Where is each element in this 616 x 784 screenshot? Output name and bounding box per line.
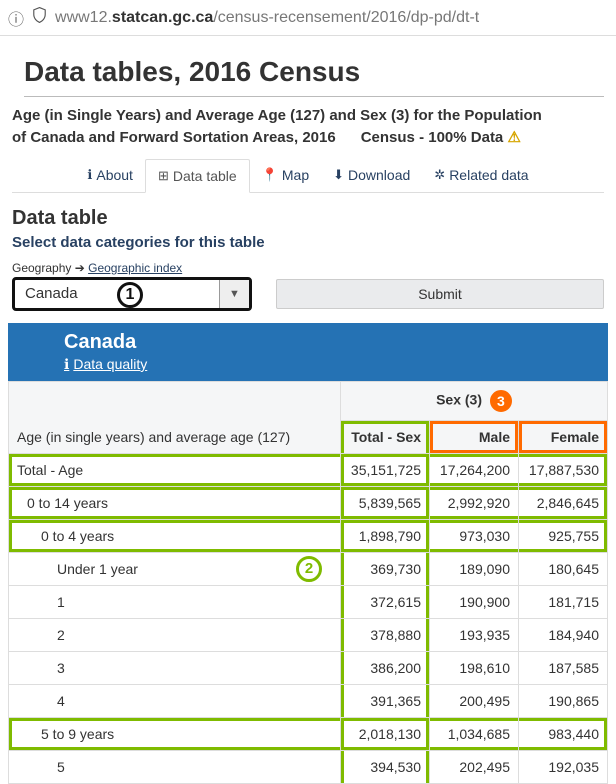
cell-male: 189,090 — [430, 552, 519, 585]
cell-female: 983,440 — [519, 717, 608, 750]
row-label: 4 — [9, 684, 341, 717]
cell-male: 193,935 — [430, 618, 519, 651]
table-row: 4391,365200,495190,865 — [9, 684, 608, 717]
table-row: 5 to 9 years2,018,1301,034,685983,440 — [9, 717, 608, 750]
table-row: 2378,880193,935184,940 — [9, 618, 608, 651]
table-row: Total - Age35,151,72517,264,20017,887,53… — [9, 453, 608, 486]
table-row: 1372,615190,900181,715 — [9, 585, 608, 618]
table-subtitle: Age (in Single Years) and Average Age (1… — [12, 105, 604, 149]
row-label: 5 to 9 years — [9, 717, 341, 750]
info-icon[interactable]: ⓘ — [8, 6, 24, 30]
cell-total: 5,839,565 — [341, 486, 430, 519]
cell-male: 2,992,920 — [430, 486, 519, 519]
download-icon: ⬇ — [333, 167, 344, 183]
tab-related[interactable]: ✲Related data — [422, 159, 540, 191]
tab-download[interactable]: ⬇Download — [321, 159, 422, 191]
table-row: Under 1 year2369,730189,090180,645 — [9, 552, 608, 585]
cell-male: 198,610 — [430, 651, 519, 684]
geographic-index-link[interactable]: Geographic index — [88, 261, 182, 275]
col-header-male: Male — [430, 420, 519, 453]
cell-female: 181,715 — [519, 585, 608, 618]
row-label: Under 1 year2 — [9, 552, 341, 585]
tab-about[interactable]: ℹAbout — [75, 159, 145, 191]
cell-total: 391,365 — [341, 684, 430, 717]
share-icon: ✲ — [434, 167, 445, 183]
cell-total: 1,898,790 — [341, 519, 430, 552]
table-row: 0 to 14 years5,839,5652,992,9202,846,645 — [9, 486, 608, 519]
geography-select[interactable]: Canada 1 ▼ — [12, 277, 252, 311]
cell-total: 369,730 — [341, 552, 430, 585]
data-table: Age (in single years) and average age (1… — [8, 381, 608, 784]
cell-male: 190,900 — [430, 585, 519, 618]
pin-icon: 📍 — [262, 167, 278, 183]
shield-icon[interactable] — [32, 7, 47, 28]
submit-button[interactable]: Submit — [276, 279, 604, 309]
table-row: 0 to 4 years1,898,790973,030925,755 — [9, 519, 608, 552]
cell-male: 973,030 — [430, 519, 519, 552]
info-icon: ℹ — [64, 356, 69, 373]
data-quality-link[interactable]: ℹ Data quality — [64, 356, 598, 373]
cell-male: 200,495 — [430, 684, 519, 717]
table-icon: ⊞ — [158, 168, 169, 184]
row-label: 2 — [9, 618, 341, 651]
col-header-female: Female — [519, 420, 608, 453]
cell-male: 1,034,685 — [430, 717, 519, 750]
url-text[interactable]: www12.statcan.gc.ca/census-recensement/2… — [55, 9, 479, 27]
cell-male: 17,264,200 — [430, 453, 519, 486]
page-title: Data tables, 2016 Census — [24, 56, 604, 97]
geography-select-value: Canada — [15, 285, 88, 302]
cell-female: 180,645 — [519, 552, 608, 585]
table-region-header: Canada ℹ Data quality — [8, 323, 608, 381]
cell-female: 187,585 — [519, 651, 608, 684]
warning-icon: ⚠ — [507, 129, 520, 146]
nav-tabs: ℹAbout ⊞Data table 📍Map ⬇Download ✲Relat… — [12, 159, 604, 193]
cell-female: 2,846,645 — [519, 486, 608, 519]
cell-total: 2,018,130 — [341, 717, 430, 750]
table-row: 3386,200198,610187,585 — [9, 651, 608, 684]
tab-data-table[interactable]: ⊞Data table — [145, 159, 250, 193]
chevron-down-icon: ▼ — [219, 280, 249, 308]
cell-female: 925,755 — [519, 519, 608, 552]
annotation-marker-1: 1 — [117, 282, 143, 308]
select-categories-link[interactable]: Select data categories for this table — [12, 234, 604, 251]
cell-total: 378,880 — [341, 618, 430, 651]
row-label: 1 — [9, 585, 341, 618]
row-label: Total - Age — [9, 453, 341, 486]
cell-female: 17,887,530 — [519, 453, 608, 486]
row-label: 3 — [9, 651, 341, 684]
cell-female: 190,865 — [519, 684, 608, 717]
row-label: 0 to 14 years — [9, 486, 341, 519]
col-header-total: Total - Sex — [341, 420, 430, 453]
info-icon: ℹ — [87, 167, 92, 183]
browser-url-bar: ⓘ www12.statcan.gc.ca/census-recensement… — [0, 0, 616, 36]
col-header-sex-group: Sex (3) 3 — [341, 381, 608, 420]
section-title: Data table — [12, 207, 604, 230]
geography-breadcrumb: Geography ➔ Geographic index — [12, 261, 604, 275]
cell-female: 184,940 — [519, 618, 608, 651]
cell-total: 372,615 — [341, 585, 430, 618]
annotation-marker-3: 3 — [490, 390, 512, 412]
col-header-age: Age (in single years) and average age (1… — [9, 381, 341, 453]
tab-map[interactable]: 📍Map — [250, 159, 321, 191]
cell-total: 35,151,725 — [341, 453, 430, 486]
row-label: 0 to 4 years — [9, 519, 341, 552]
annotation-marker-2: 2 — [296, 556, 322, 582]
cell-total: 386,200 — [341, 651, 430, 684]
